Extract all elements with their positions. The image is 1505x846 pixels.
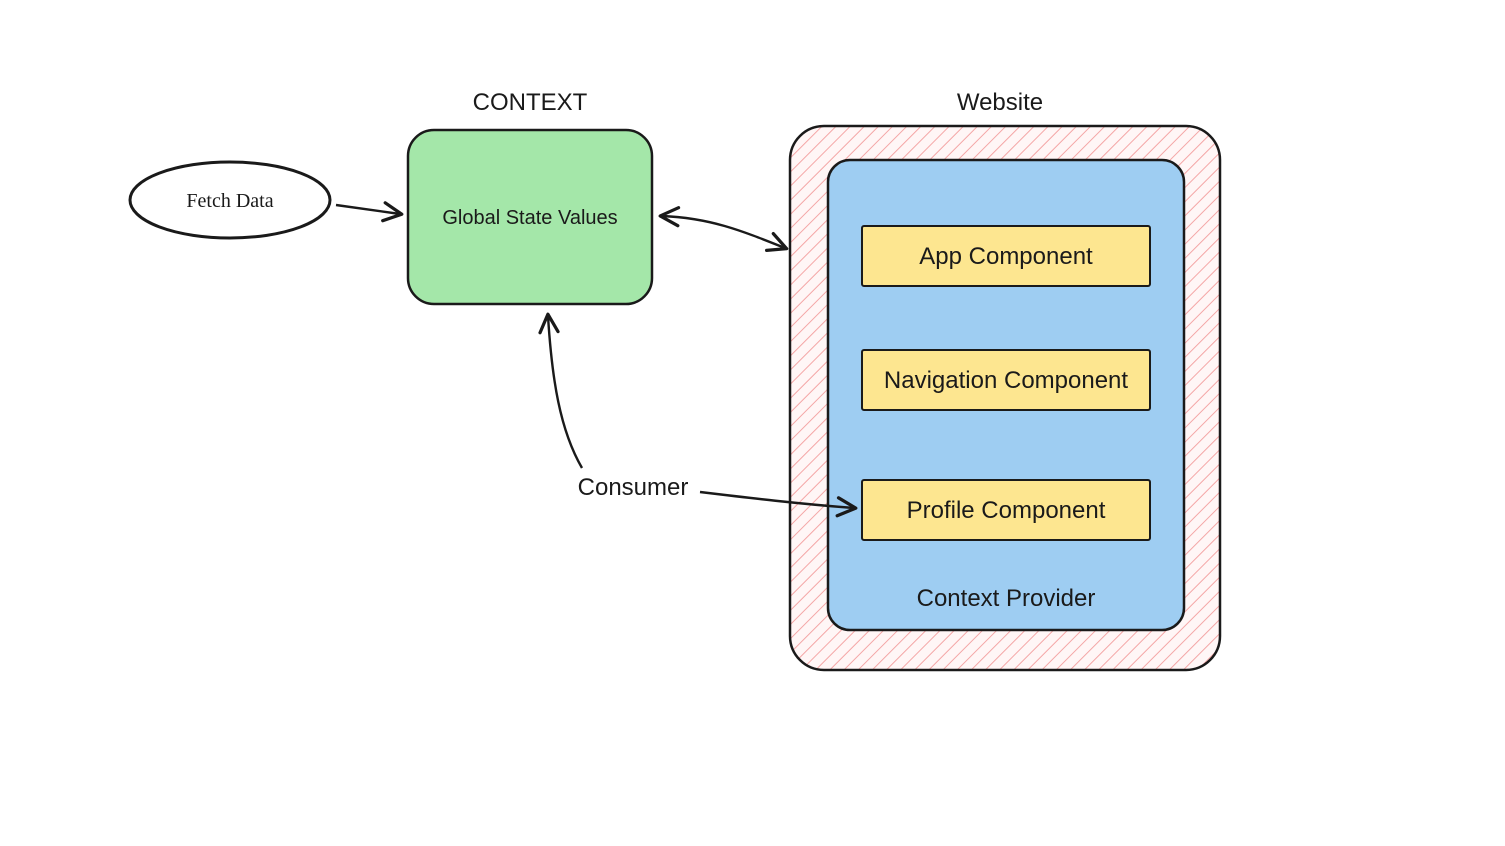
arrow-fetch-to-context (336, 205, 400, 214)
consumer-label: Consumer (578, 474, 689, 501)
website-title: Website (957, 89, 1043, 116)
navigation-component-label: Navigation Component (884, 367, 1128, 394)
arrow-context-website (662, 216, 785, 248)
app-component-label: App Component (919, 243, 1093, 270)
fetch-data-label: Fetch Data (186, 190, 273, 212)
arrow-consumer-to-context (548, 316, 582, 468)
context-provider-label: Context Provider (917, 585, 1096, 612)
context-title: CONTEXT (473, 89, 588, 116)
diagram-canvas: CONTEXT Global State Values Fetch Data W… (0, 0, 1505, 846)
profile-component-label: Profile Component (907, 497, 1106, 524)
context-box-label: Global State Values (442, 207, 617, 229)
